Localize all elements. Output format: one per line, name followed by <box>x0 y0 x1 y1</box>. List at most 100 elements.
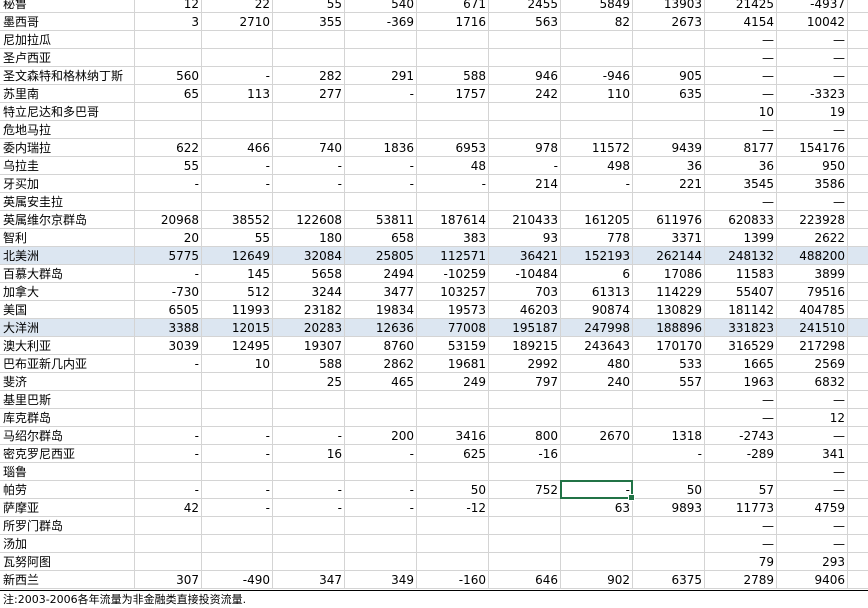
data-cell[interactable]: -10484 <box>489 265 561 282</box>
data-cell[interactable]: 282 <box>273 67 345 84</box>
data-cell[interactable] <box>273 553 345 570</box>
data-cell[interactable] <box>135 517 202 534</box>
data-cell[interactable] <box>273 31 345 48</box>
data-cell[interactable]: 55 <box>135 157 202 174</box>
data-cell[interactable] <box>202 49 273 66</box>
data-cell[interactable]: 200 <box>345 427 417 444</box>
data-cell[interactable]: 5849 <box>561 0 633 12</box>
data-cell[interactable]: - <box>345 499 417 516</box>
data-cell[interactable]: 110 <box>561 85 633 102</box>
data-cell[interactable]: 11993 <box>202 301 273 318</box>
data-cell[interactable] <box>489 121 561 138</box>
data-cell[interactable]: 588 <box>273 355 345 372</box>
data-cell[interactable] <box>561 121 633 138</box>
data-cell[interactable]: 188896 <box>633 319 705 336</box>
data-cell[interactable]: 671 <box>417 0 489 12</box>
data-cell[interactable]: - <box>135 445 202 462</box>
data-cell[interactable]: 355 <box>273 13 345 30</box>
data-cell[interactable]: -4937 <box>777 0 848 12</box>
data-cell[interactable]: — <box>777 517 848 534</box>
data-cell[interactable]: 512 <box>202 283 273 300</box>
data-cell[interactable] <box>633 49 705 66</box>
data-cell[interactable] <box>273 121 345 138</box>
data-cell[interactable]: 32084 <box>273 247 345 264</box>
data-cell[interactable]: 77008 <box>417 319 489 336</box>
row-label-cell[interactable]: 智利 <box>0 229 135 246</box>
row-label-cell[interactable]: 所罗门群岛 <box>0 517 135 534</box>
data-cell[interactable]: 90874 <box>561 301 633 318</box>
data-cell[interactable]: 902 <box>561 571 633 588</box>
data-cell[interactable]: 20283 <box>273 319 345 336</box>
data-cell[interactable]: 103257 <box>417 283 489 300</box>
data-cell[interactable] <box>489 31 561 48</box>
data-cell[interactable]: 154176 <box>777 139 848 156</box>
data-cell[interactable]: 8760 <box>345 337 417 354</box>
data-cell[interactable]: 3039 <box>135 337 202 354</box>
data-cell[interactable]: 12015 <box>202 319 273 336</box>
data-cell[interactable]: 946 <box>489 67 561 84</box>
data-cell[interactable]: 1399 <box>705 229 777 246</box>
data-cell[interactable]: -490 <box>202 571 273 588</box>
data-cell[interactable]: - <box>202 445 273 462</box>
data-cell[interactable]: 2622 <box>777 229 848 246</box>
data-cell[interactable]: 122608 <box>273 211 345 228</box>
data-cell[interactable]: 170170 <box>633 337 705 354</box>
data-cell[interactable]: 38552 <box>202 211 273 228</box>
data-cell[interactable]: 9439 <box>633 139 705 156</box>
row-label-cell[interactable]: 乌拉圭 <box>0 157 135 174</box>
data-cell[interactable]: 1716 <box>417 13 489 30</box>
row-label-cell[interactable]: 帕劳 <box>0 481 135 498</box>
data-cell[interactable] <box>135 535 202 552</box>
data-cell[interactable]: -160 <box>417 571 489 588</box>
data-cell[interactable]: -369 <box>345 13 417 30</box>
data-cell[interactable]: — <box>777 427 848 444</box>
data-cell[interactable]: - <box>489 157 561 174</box>
data-cell[interactable]: - <box>345 85 417 102</box>
data-cell[interactable]: 658 <box>345 229 417 246</box>
data-cell[interactable]: 55 <box>202 229 273 246</box>
data-cell[interactable]: 6953 <box>417 139 489 156</box>
data-cell[interactable]: 214 <box>489 175 561 192</box>
data-cell[interactable]: — <box>705 391 777 408</box>
data-cell[interactable]: 5775 <box>135 247 202 264</box>
data-cell[interactable]: 12 <box>777 409 848 426</box>
data-cell[interactable]: 488200 <box>777 247 848 264</box>
row-label-cell[interactable]: 巴布亚新几内亚 <box>0 355 135 372</box>
data-cell[interactable]: 778 <box>561 229 633 246</box>
data-cell[interactable] <box>202 535 273 552</box>
data-cell[interactable]: 480 <box>561 355 633 372</box>
row-label-cell[interactable]: 秘鲁 <box>0 0 135 12</box>
data-cell[interactable]: 36 <box>705 157 777 174</box>
data-cell[interactable]: -946 <box>561 67 633 84</box>
data-cell[interactable] <box>135 121 202 138</box>
data-cell[interactable]: 6375 <box>633 571 705 588</box>
data-cell[interactable]: 82 <box>561 13 633 30</box>
row-label-cell[interactable]: 北美洲 <box>0 247 135 264</box>
data-cell[interactable]: 19307 <box>273 337 345 354</box>
data-cell[interactable] <box>633 463 705 480</box>
data-cell[interactable] <box>417 103 489 120</box>
data-cell[interactable]: — <box>777 463 848 480</box>
data-cell[interactable]: 79516 <box>777 283 848 300</box>
data-cell[interactable] <box>489 391 561 408</box>
data-cell[interactable] <box>202 373 273 390</box>
data-cell[interactable] <box>135 463 202 480</box>
data-cell[interactable]: 189215 <box>489 337 561 354</box>
row-label-cell[interactable]: 英属安圭拉 <box>0 193 135 210</box>
data-cell[interactable] <box>633 553 705 570</box>
data-cell[interactable] <box>561 391 633 408</box>
data-cell[interactable] <box>489 193 561 210</box>
data-cell[interactable]: 5658 <box>273 265 345 282</box>
data-cell[interactable]: 3586 <box>777 175 848 192</box>
data-cell[interactable]: 646 <box>489 571 561 588</box>
data-cell[interactable]: 19834 <box>345 301 417 318</box>
data-cell[interactable] <box>561 193 633 210</box>
data-cell[interactable] <box>345 103 417 120</box>
data-cell[interactable]: 23182 <box>273 301 345 318</box>
data-cell[interactable] <box>273 517 345 534</box>
row-label-cell[interactable]: 委内瑞拉 <box>0 139 135 156</box>
data-cell[interactable]: 25805 <box>345 247 417 264</box>
data-cell[interactable] <box>489 463 561 480</box>
data-cell[interactable]: — <box>705 193 777 210</box>
data-cell[interactable]: 740 <box>273 139 345 156</box>
